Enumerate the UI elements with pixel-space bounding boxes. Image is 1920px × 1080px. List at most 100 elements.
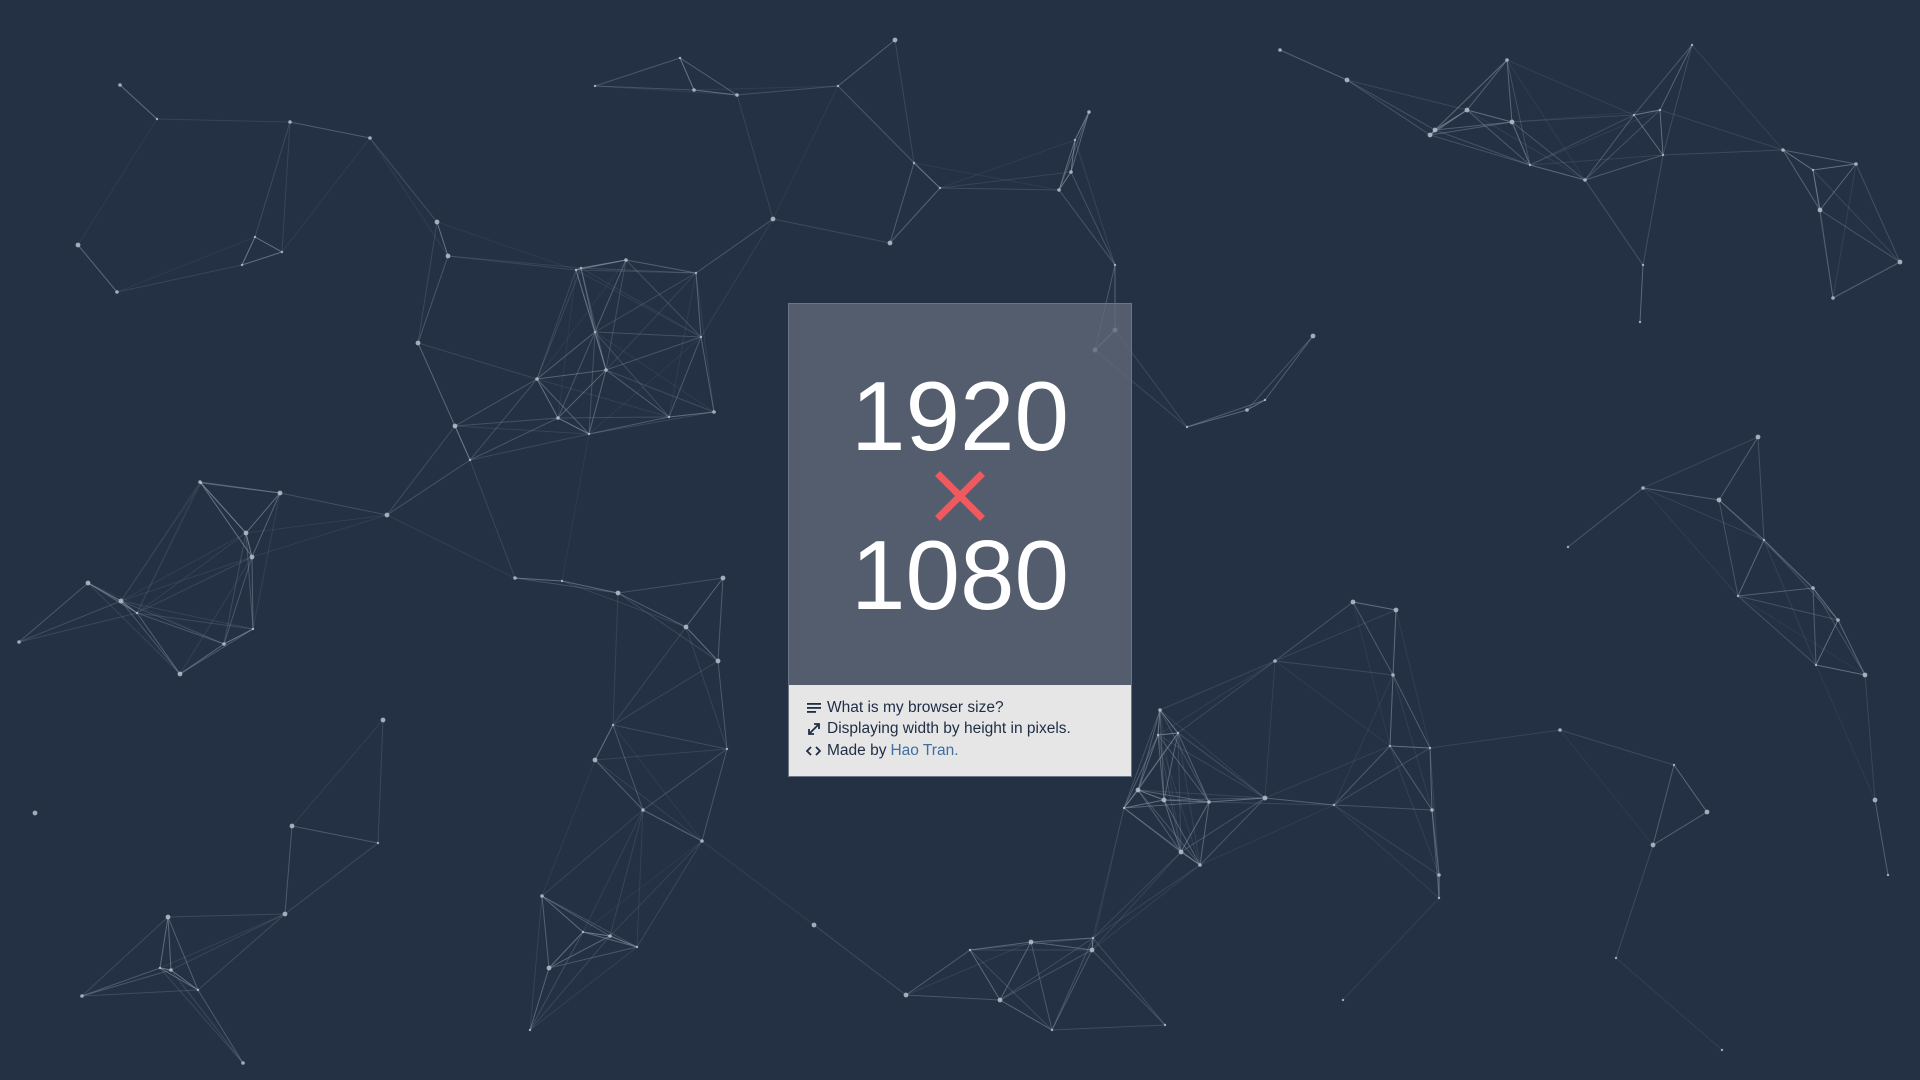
network-edge [1091, 851, 1182, 951]
network-edge [417, 255, 449, 344]
network-edge [541, 895, 584, 933]
network-node [1658, 108, 1662, 112]
author-link[interactable]: Hao Tran [890, 742, 954, 760]
network-node [1614, 956, 1618, 960]
network-edge [1737, 539, 1765, 597]
network-edge [1639, 264, 1644, 323]
network-edge [837, 39, 896, 87]
network-node [165, 914, 171, 920]
browser-size-card: 1920 1080 What is my browser size? Displ… [788, 303, 1132, 777]
network-node [452, 423, 458, 429]
network-node [540, 894, 544, 898]
network-node [1428, 746, 1432, 750]
network-node [611, 723, 615, 727]
network-node [115, 290, 119, 294]
network-edge [223, 556, 253, 645]
network-edge [454, 425, 590, 435]
times-icon [789, 466, 1131, 526]
network-edge [1159, 709, 1266, 799]
network-edge [905, 994, 1001, 1001]
network-node [715, 658, 721, 664]
network-node [1344, 77, 1350, 83]
network-node [720, 575, 726, 581]
network-edge [1559, 729, 1675, 766]
network-edge [642, 809, 703, 842]
network-edge [1274, 601, 1354, 662]
network-edge [1434, 129, 1531, 166]
network-node [1028, 939, 1034, 945]
network-node [624, 258, 628, 262]
network-edge [1763, 539, 1839, 621]
network-edge [1812, 163, 1857, 171]
network-node [1245, 408, 1249, 412]
network-edge [18, 600, 122, 643]
network-edge [386, 459, 471, 516]
network-edge [939, 171, 1072, 189]
network-node [1831, 296, 1835, 300]
network-node [240, 263, 244, 267]
network-edge [541, 759, 596, 897]
info-panel: What is my browser size? Displaying widt… [789, 685, 1131, 776]
network-node [199, 481, 203, 485]
network-node [770, 216, 776, 222]
network-edge [1352, 601, 1397, 611]
network-edge [588, 369, 607, 435]
network-edge [580, 267, 596, 333]
network-edge [772, 218, 891, 244]
network-edge [291, 719, 384, 827]
network-node [735, 93, 739, 97]
network-node [277, 490, 283, 496]
network-edge [1091, 949, 1166, 1026]
network-edge [1652, 764, 1675, 846]
network-edge [1389, 745, 1431, 749]
network-node [1781, 148, 1785, 152]
network-edge [1737, 587, 1814, 597]
network-node [1886, 873, 1890, 877]
network-edge [1092, 937, 1166, 1026]
network-edge [1051, 949, 1093, 1031]
network-edge [1737, 595, 1817, 666]
network-edge [575, 269, 702, 338]
network-edge [136, 612, 181, 675]
network-node [694, 271, 698, 275]
network-edge [170, 913, 286, 971]
network-edge [87, 582, 225, 645]
network-edge [1070, 111, 1090, 173]
network-node [1854, 162, 1858, 166]
network-edge [1264, 335, 1314, 401]
network-edge [939, 187, 1060, 191]
network-edge [588, 336, 702, 435]
network-node [1091, 936, 1095, 940]
network-edge [1199, 797, 1266, 866]
network-node [1393, 607, 1399, 613]
network-edge [1874, 799, 1889, 876]
network-edge [1186, 409, 1248, 428]
network-edge [1392, 674, 1433, 811]
network-edge [200, 482, 247, 534]
network-edge [1333, 804, 1440, 876]
network-edge [1395, 609, 1431, 749]
network-edge [701, 748, 728, 842]
network-node [1836, 618, 1840, 622]
network-node [1350, 599, 1356, 605]
info-row-credit: Made by Hao Tran . [806, 740, 1131, 762]
network-edge [1815, 619, 1839, 666]
network-edge [580, 267, 702, 338]
network-edge [281, 137, 371, 253]
network-node [699, 335, 703, 339]
network-edge [386, 514, 516, 579]
network-edge [617, 577, 724, 594]
network-edge [1279, 49, 1348, 81]
network-edge [1673, 764, 1708, 813]
network-node [1263, 398, 1267, 402]
network-node [528, 1028, 532, 1032]
network-edge [605, 272, 697, 371]
network-edge [291, 825, 379, 844]
network-node [641, 808, 645, 812]
network-node [253, 235, 257, 239]
network-edge [252, 492, 281, 630]
network-edge [1757, 436, 1765, 541]
network-edge [1615, 844, 1654, 959]
network-node [282, 911, 288, 917]
network-node [1505, 58, 1509, 62]
